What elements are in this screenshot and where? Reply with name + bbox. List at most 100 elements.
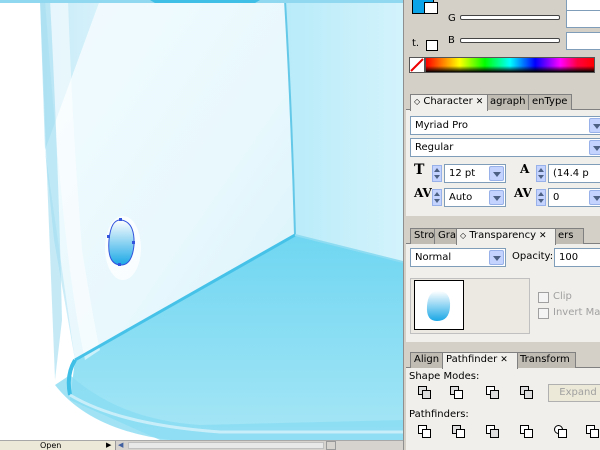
font-family-value: Myriad Pro <box>415 120 468 131</box>
font-style-dropdown[interactable]: Regular <box>410 138 600 157</box>
pathfinder-panel-body: Shape Modes: Expand Pathfinders: <box>406 368 600 450</box>
blend-mode-dropdown[interactable]: Normal <box>410 248 506 267</box>
tab-close-icon[interactable]: ✕ <box>476 97 484 107</box>
transparency-tabbar: Stro Gra ◇ Transparency ✕ ers <box>406 226 600 245</box>
slider-b-value[interactable] <box>566 32 600 50</box>
selected-blob-shape <box>108 219 135 266</box>
none-slash-icon <box>410 58 424 72</box>
scrollbar-right-button[interactable] <box>326 441 336 450</box>
font-size-value: 12 pt <box>449 168 476 179</box>
chevron-down-icon[interactable] <box>589 140 600 155</box>
invert-mask-label: Invert Mask <box>553 307 600 318</box>
chevron-down-icon[interactable] <box>489 250 504 265</box>
tab-paragraph-label: agraph <box>490 96 526 107</box>
tracking-field[interactable]: 0 <box>548 188 600 207</box>
tab-layers-label: ers <box>558 230 574 241</box>
chevron-down-icon[interactable] <box>489 190 504 205</box>
font-size-stepper[interactable] <box>432 165 442 182</box>
object-thumbnail[interactable] <box>414 280 464 330</box>
tab-layers[interactable]: ers <box>554 228 584 244</box>
horizontal-scrollbar[interactable] <box>128 442 324 449</box>
font-size-icon: T <box>414 162 425 178</box>
tab-opentype[interactable]: enType <box>528 94 572 110</box>
panels-dock: R G t. B ◇ Character✕ agraph enType <box>403 0 600 450</box>
tab-close-icon[interactable]: ✕ <box>500 355 508 365</box>
shape-modes-label: Shape Modes: <box>409 371 480 382</box>
scroll-left-arrow-icon[interactable]: ◀ <box>118 441 126 450</box>
slider-g-track[interactable] <box>460 15 560 20</box>
tab-pathfinder[interactable]: Pathfinder ✕ <box>442 352 518 369</box>
outline-icon[interactable] <box>554 425 568 439</box>
tracking-icon: AV <box>514 186 532 200</box>
stroke-color-swatch[interactable] <box>424 2 438 14</box>
chevron-down-icon[interactable] <box>589 190 600 205</box>
default-colors-icon[interactable]: t. <box>412 38 419 49</box>
font-size-field[interactable]: 12 pt <box>444 164 506 183</box>
cube-right-wall <box>285 0 403 262</box>
tab-stroke-label: Stro <box>414 230 435 241</box>
leading-value: (14.4 p <box>553 168 589 179</box>
slider-b-label: B <box>448 35 455 46</box>
tracking-value: 0 <box>553 192 560 203</box>
transparency-panel-body: Normal Opacity: 100 Clip Invert Mask <box>406 244 600 342</box>
tab-transparency-label: Transparency <box>469 230 537 241</box>
expand-button[interactable]: Expand <box>548 384 600 402</box>
divide-icon[interactable] <box>418 425 432 439</box>
thumbnail-preview <box>426 291 451 321</box>
tab-align-label: Align <box>414 354 440 365</box>
trim-icon[interactable] <box>452 425 466 439</box>
minus-front-icon[interactable] <box>450 386 464 400</box>
leading-stepper[interactable] <box>536 165 546 182</box>
color-spectrum-bar[interactable] <box>425 57 595 73</box>
minus-back-icon[interactable] <box>586 425 600 439</box>
artboard-canvas[interactable] <box>0 0 403 440</box>
chevron-down-icon[interactable] <box>589 118 600 133</box>
tab-transform[interactable]: Transform <box>516 352 576 368</box>
tab-gradient[interactable]: Gra <box>434 228 458 244</box>
clip-label: Clip <box>553 291 572 302</box>
slider-g-value[interactable] <box>566 10 600 28</box>
tab-paragraph[interactable]: agraph <box>486 94 530 110</box>
unite-icon[interactable] <box>418 386 432 400</box>
tab-character[interactable]: ◇ Character ✕ <box>410 94 488 111</box>
blend-mode-value: Normal <box>415 252 452 263</box>
font-family-dropdown[interactable]: Myriad Pro <box>410 116 600 135</box>
tab-transparency[interactable]: ◇ Transparency ✕ <box>456 228 556 245</box>
pathfinder-tabbar: Align Pathfinder ✕ Transform <box>406 350 600 369</box>
chevron-down-icon[interactable] <box>489 166 504 181</box>
opacity-field[interactable]: 100 <box>554 248 600 267</box>
tab-character-label: Character <box>423 96 473 107</box>
kerning-field[interactable]: Auto <box>444 188 506 207</box>
character-panel: ◇ Character ✕ agraph enType Myriad Pro Re… <box>404 92 600 216</box>
color-panel: R G t. B <box>404 0 600 78</box>
tab-pathfinder-label: Pathfinder <box>446 354 498 365</box>
none-color-swatch[interactable] <box>409 57 425 73</box>
tab-opentype-label: enType <box>532 96 568 107</box>
invert-mask-checkbox[interactable] <box>538 308 549 319</box>
none-color-box[interactable] <box>426 40 438 51</box>
kerning-stepper[interactable] <box>432 189 442 206</box>
slider-r-label: R <box>448 0 455 3</box>
clip-checkbox[interactable] <box>538 292 549 303</box>
font-style-value: Regular <box>415 142 454 153</box>
status-menu-arrow-icon[interactable]: ▶ <box>106 441 111 450</box>
intersect-icon[interactable] <box>486 386 500 400</box>
pathfinder-panel: Align Pathfinder ✕ Transform Shape Modes:… <box>404 350 600 450</box>
tracking-stepper[interactable] <box>536 189 546 206</box>
character-tabbar: ◇ Character ✕ agraph enType <box>406 92 600 111</box>
tab-stroke[interactable]: Stro <box>410 228 436 244</box>
merge-icon[interactable] <box>486 425 500 439</box>
slider-g-label: G <box>448 13 456 24</box>
tab-align[interactable]: Align <box>410 352 444 368</box>
leading-icon: A <box>520 162 530 176</box>
exclude-icon[interactable] <box>520 386 534 400</box>
tab-transform-label: Transform <box>520 354 570 365</box>
transparency-panel: Stro Gra ◇ Transparency ✕ ers Normal Opac… <box>404 226 600 342</box>
kerning-icon: AV <box>414 186 432 200</box>
character-panel-body: Myriad Pro Regular T 12 pt A (14.4 p AV … <box>406 110 600 216</box>
tab-close-icon[interactable]: ✕ <box>539 231 547 241</box>
status-tool-menu[interactable]: Open ▶ <box>0 441 116 450</box>
slider-b-track[interactable] <box>460 38 560 43</box>
leading-field[interactable]: (14.4 p <box>548 164 600 183</box>
crop-icon[interactable] <box>520 425 534 439</box>
